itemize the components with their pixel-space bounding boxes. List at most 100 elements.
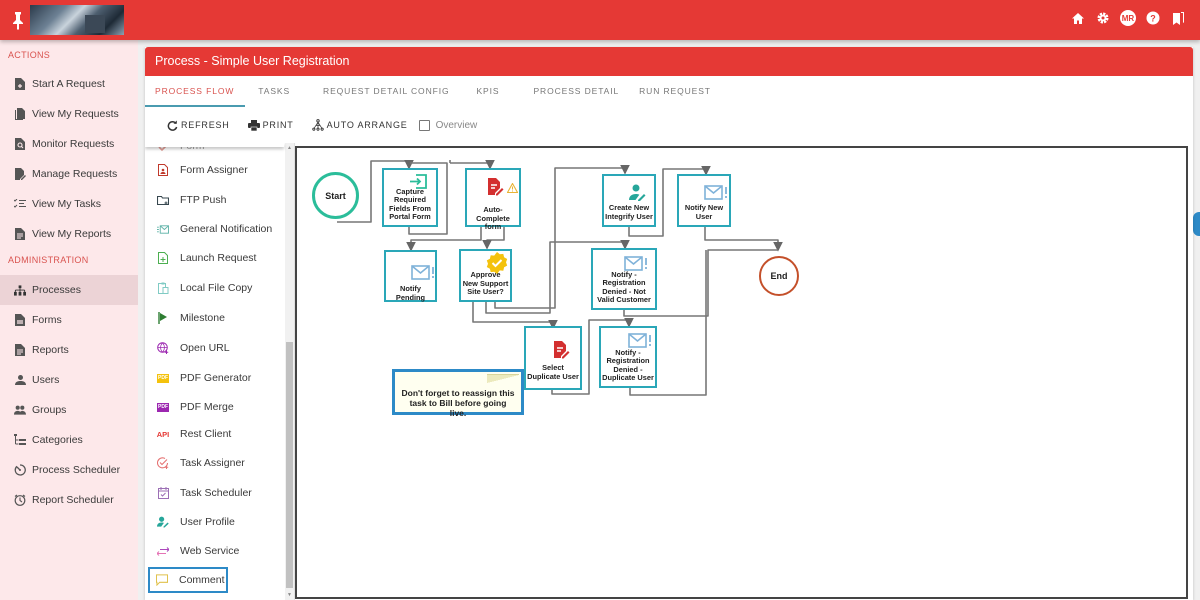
comment-icon <box>156 574 168 586</box>
palette-item-milestone[interactable]: Milestone <box>153 305 285 331</box>
scrollbar-thumb[interactable] <box>286 342 293 588</box>
sidebar-item-view-my-reports[interactable]: View My Reports <box>0 219 138 249</box>
avatar[interactable]: MR <box>1120 10 1136 26</box>
palette-item-pdf-merge[interactable]: PDF PDF Merge <box>153 394 285 420</box>
help-icon[interactable]: ? <box>1145 10 1161 26</box>
bookmarks-icon[interactable] <box>1170 10 1186 26</box>
sidebar-item-label: Reports <box>32 344 69 356</box>
sidebar-item-reports[interactable]: Reports <box>0 335 138 365</box>
process-flow-canvas[interactable]: Start End Capture Required Fields From P… <box>295 146 1188 599</box>
folder-upload-icon <box>157 194 169 206</box>
palette-item-comment[interactable]: Comment <box>148 567 228 593</box>
start-node[interactable]: Start <box>312 172 359 219</box>
exchange-icon <box>157 545 169 557</box>
home-icon[interactable] <box>1070 10 1086 26</box>
tab-run-request[interactable]: RUN REQUEST <box>629 76 721 107</box>
task-assigner-icon <box>157 457 169 469</box>
palette-item-open-url[interactable]: Open URL <box>153 335 285 361</box>
tab-kpis[interactable]: KPIS <box>466 76 509 107</box>
overview-checkbox[interactable] <box>418 119 430 131</box>
flow-node-select-duplicate[interactable]: Select Duplicate User <box>524 326 582 390</box>
print-button[interactable]: PRINT <box>247 119 294 131</box>
palette-scrollbar[interactable]: ▲ ▼ <box>285 143 294 600</box>
sidebar-item-label: Start A Request <box>32 78 105 90</box>
scroll-up-arrow[interactable]: ▲ <box>286 144 293 152</box>
sidebar-item-label: View My Requests <box>32 108 119 120</box>
sidebar-item-label: Process Scheduler <box>32 464 121 476</box>
sidebar-item-users[interactable]: Users <box>0 365 138 395</box>
sidebar-item-monitor-requests[interactable]: Monitor Requests <box>0 129 138 159</box>
company-logo[interactable] <box>30 5 124 35</box>
globe-icon <box>157 342 169 354</box>
sidebar-item-groups[interactable]: Groups <box>0 395 138 425</box>
connector <box>704 226 783 252</box>
sidebar-section-actions: ACTIONS <box>8 50 51 60</box>
task-list-icon <box>14 198 26 210</box>
svg-text:?: ? <box>1150 14 1156 24</box>
palette-item-ftp-push[interactable]: FTP Push <box>153 187 285 213</box>
sidebar-item-label: Monitor Requests <box>32 138 115 150</box>
palette-item-pdf-generator[interactable]: PDF PDF Generator <box>153 365 285 391</box>
top-bar: MR ? <box>0 0 1200 40</box>
palette-item-task-assigner[interactable]: Task Assigner <box>153 450 285 476</box>
page-title: Process - Simple User Registration <box>145 47 1193 76</box>
files-icon <box>14 108 26 120</box>
sidebar-item-report-scheduler[interactable]: Report Scheduler <box>0 485 138 515</box>
flow-node-notify-denied-duplicate[interactable]: Notify - Registration Denied - Duplicate… <box>599 326 657 388</box>
refresh-icon <box>166 119 178 131</box>
file-plus-icon <box>14 78 26 90</box>
sidebar-item-label: Groups <box>32 404 67 416</box>
sidebar-section-administration: ADMINISTRATION <box>8 255 89 265</box>
connector <box>472 301 558 330</box>
scroll-down-arrow[interactable]: ▼ <box>286 591 293 599</box>
sidebar-item-forms[interactable]: Forms <box>0 305 138 335</box>
flow-node-notify-denied-not-valid[interactable]: Notify - Registration Denied - Not Valid… <box>591 248 657 310</box>
file-copy-icon <box>157 282 169 294</box>
sidebar-item-view-my-requests[interactable]: View My Requests <box>0 99 138 129</box>
tab-tasks[interactable]: TASKS <box>248 76 300 107</box>
sidebar-item-view-my-tasks[interactable]: View My Tasks <box>0 189 138 219</box>
auto-arrange-button[interactable]: AUTO ARRANGE <box>311 119 408 131</box>
palette-item-rest-client[interactable]: API Rest Client <box>153 421 285 447</box>
side-drawer-handle[interactable] <box>1193 212 1200 236</box>
palette-item-general-notification[interactable]: General Notification <box>153 216 285 242</box>
timer-icon <box>14 464 26 476</box>
palette-item-web-service[interactable]: Web Service <box>153 538 285 564</box>
flow-toolbar: REFRESH PRINT AUTO ARRANGE Overview <box>145 107 1193 143</box>
sidebar-item-processes[interactable]: Processes <box>0 275 138 305</box>
pin-icon[interactable] <box>11 10 25 30</box>
process-panel: Process - Simple User Registration PROCE… <box>145 47 1193 600</box>
sitemap-icon <box>14 284 26 296</box>
overview-toggle[interactable]: Overview <box>418 119 477 131</box>
comment-note[interactable]: Don't forget to reassign this task to Bi… <box>392 369 524 418</box>
flow-node-notify-pending[interactable]: Notify Pending <box>384 250 437 302</box>
sidebar-item-label: Users <box>32 374 60 386</box>
gear-icon[interactable] <box>1095 10 1111 26</box>
calendar-icon <box>157 487 169 499</box>
categories-icon <box>14 434 26 446</box>
palette-item-user-profile[interactable]: User Profile <box>153 509 285 535</box>
tab-process-flow[interactable]: PROCESS FLOW <box>145 76 246 107</box>
sidebar-item-process-scheduler[interactable]: Process Scheduler <box>0 455 138 485</box>
tab-process-detail[interactable]: PROCESS DETAIL <box>523 76 629 107</box>
palette-item-launch-request[interactable]: Launch Request <box>153 245 285 271</box>
user-icon <box>14 374 26 386</box>
flow-node-notify-new-user[interactable]: Notify New User <box>677 174 731 227</box>
note-fold <box>487 374 519 383</box>
refresh-button[interactable]: REFRESH <box>166 119 230 131</box>
palette-item-task-scheduler[interactable]: Task Scheduler <box>153 480 285 506</box>
tab-request-detail-config[interactable]: REQUEST DETAIL CONFIG <box>313 76 459 107</box>
flow-node-approve[interactable]: Approve New Support Site User? <box>459 249 512 302</box>
flow-node-create-user[interactable]: Create New Integrify User <box>602 174 656 227</box>
sidebar-item-label: Categories <box>32 434 83 446</box>
flow-node-auto-complete[interactable]: Auto-Complete form <box>465 168 521 231</box>
palette-item-form-assigner[interactable]: Form Assigner <box>153 157 285 183</box>
flag-icon <box>157 312 169 324</box>
palette-item-local-file-copy[interactable]: Local File Copy <box>153 275 285 301</box>
flow-node-capture[interactable]: Capture Required Fields From Portal Form <box>382 168 438 227</box>
sidebar-item-manage-requests[interactable]: Manage Requests <box>0 159 138 189</box>
sidebar-item-categories[interactable]: Categories <box>0 425 138 455</box>
sidebar-item-start-a-request[interactable]: Start A Request <box>0 69 138 99</box>
form-icon <box>14 314 26 326</box>
end-node[interactable]: End <box>759 256 799 296</box>
